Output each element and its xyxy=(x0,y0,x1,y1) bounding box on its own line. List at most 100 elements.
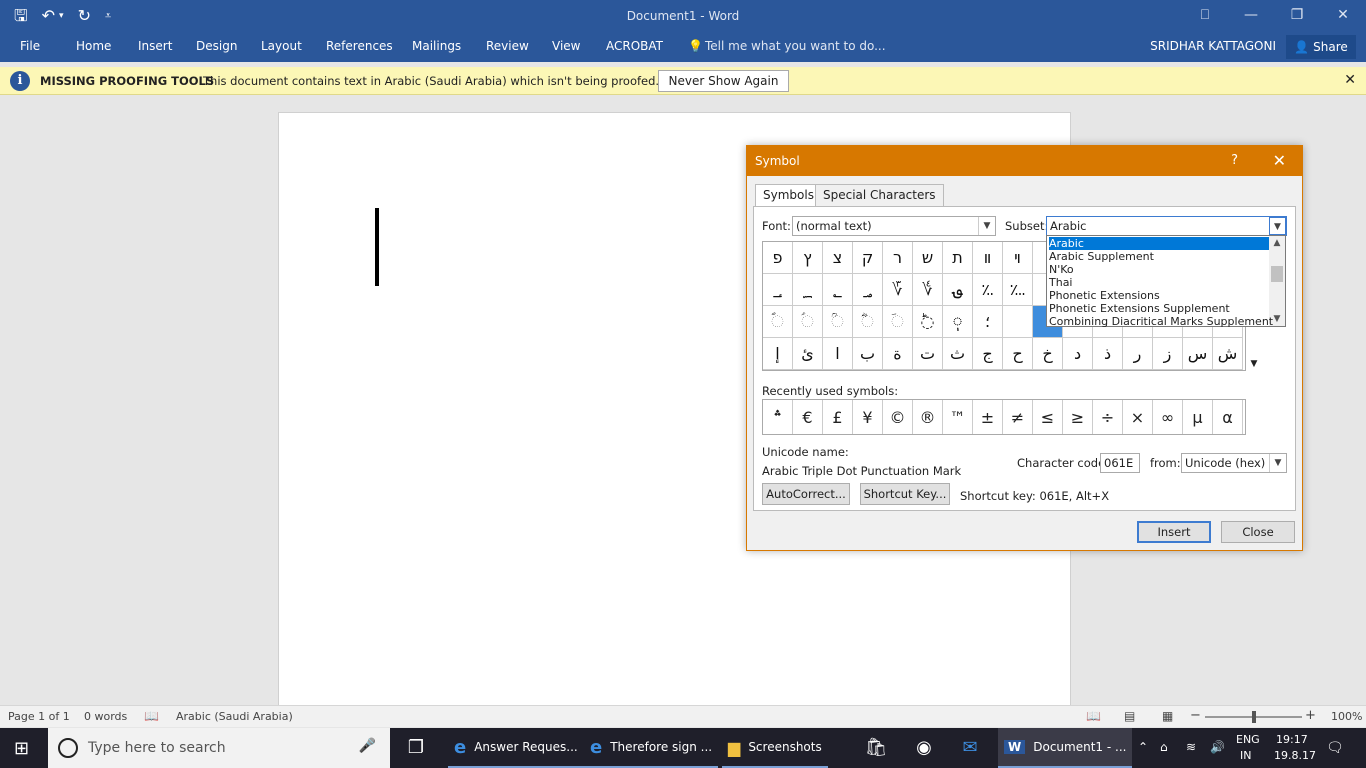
subset-option[interactable]: Arabic Supplement xyxy=(1049,250,1269,263)
symbol-cell[interactable]: ؁ xyxy=(793,274,823,306)
symbol-cell[interactable]: ◌ؕ xyxy=(913,306,943,338)
symbol-cell[interactable]: ◌ؑ xyxy=(793,306,823,338)
symbol-cell[interactable]: ئ xyxy=(793,338,823,370)
insert-button[interactable]: Insert xyxy=(1137,521,1211,543)
recent-symbol-cell[interactable]: ≤ xyxy=(1033,400,1063,434)
symbol-cell[interactable]: ױ xyxy=(1003,242,1033,274)
recent-symbol-cell[interactable]: ؞ xyxy=(763,400,793,434)
subset-select[interactable]: Arabic ▼ xyxy=(1046,216,1287,236)
symbol-cell[interactable]: ر xyxy=(1123,338,1153,370)
symbol-cell[interactable]: ز xyxy=(1153,338,1183,370)
scroll-up-icon[interactable]: ▲ xyxy=(1269,238,1285,248)
chevron-down-icon[interactable]: ▼ xyxy=(1269,217,1286,235)
language-indicator[interactable]: Arabic (Saudi Arabia) xyxy=(176,710,293,723)
symbol-cell[interactable]: ت xyxy=(913,338,943,370)
subset-option[interactable]: Combining Diacritical Marks Supplement xyxy=(1049,315,1273,328)
symbol-cell[interactable]: ◌ٖ xyxy=(943,306,973,338)
word-count[interactable]: 0 words xyxy=(84,710,127,723)
language-in[interactable]: IN xyxy=(1240,749,1251,762)
recent-symbol-cell[interactable]: ∞ xyxy=(1153,400,1183,434)
symbol-cell[interactable]: ק xyxy=(853,242,883,274)
tab-layout[interactable]: Layout xyxy=(261,39,302,53)
subset-option[interactable]: Thai xyxy=(1049,276,1269,289)
symbol-cell[interactable]: ج xyxy=(973,338,1003,370)
symbol-cell[interactable]: ؊ xyxy=(1003,274,1033,306)
tell-me-search[interactable]: Tell me what you want to do... xyxy=(705,39,886,53)
page-count[interactable]: Page 1 of 1 xyxy=(8,710,70,723)
recent-symbol-cell[interactable]: ÷ xyxy=(1093,400,1123,434)
microphone-icon[interactable]: 🎤 xyxy=(359,738,376,754)
maximize-icon[interactable]: ❐ xyxy=(1274,0,1320,30)
tab-acrobat[interactable]: ACROBAT xyxy=(606,39,663,53)
undo-dropdown-icon[interactable]: ▾ xyxy=(59,6,64,26)
undo-icon[interactable]: ↶ xyxy=(42,6,55,26)
symbol-cell[interactable]: ؈ xyxy=(943,274,973,306)
recent-symbol-cell[interactable]: £ xyxy=(823,400,853,434)
symbol-cell[interactable]: ؃ xyxy=(853,274,883,306)
symbol-cell[interactable]: װ xyxy=(973,242,1003,274)
recent-symbol-cell[interactable]: α xyxy=(1213,400,1243,434)
redo-icon[interactable]: ↻ xyxy=(78,6,91,26)
symbol-cell[interactable]: س xyxy=(1183,338,1213,370)
autocorrect-button[interactable]: AutoCorrect... xyxy=(762,483,850,505)
tab-design[interactable]: Design xyxy=(196,39,237,53)
wifi-icon[interactable]: ≋ xyxy=(1186,740,1196,754)
close-message-icon[interactable]: ✕ xyxy=(1344,72,1356,88)
symbol-cell[interactable]: ؀ xyxy=(763,274,793,306)
symbol-cell[interactable]: ◌ؐ xyxy=(763,306,793,338)
symbol-cell[interactable]: צ xyxy=(823,242,853,274)
language-eng[interactable]: ENG xyxy=(1236,733,1260,746)
print-layout-icon[interactable]: ▤ xyxy=(1124,709,1135,723)
symbol-cell[interactable]: ץ xyxy=(793,242,823,274)
tab-file[interactable]: File xyxy=(20,39,40,53)
zoom-level[interactable]: 100% xyxy=(1331,710,1362,723)
symbol-cell[interactable]: ؛ xyxy=(973,306,1003,338)
subset-option[interactable]: Arabic xyxy=(1049,237,1269,250)
network-icon[interactable]: ⌂ xyxy=(1160,740,1168,754)
recent-symbol-cell[interactable]: ≠ xyxy=(1003,400,1033,434)
recent-symbol-cell[interactable]: ¥ xyxy=(853,400,883,434)
outlook-icon[interactable]: ✉ xyxy=(958,736,982,760)
symbol-cell[interactable]: ة xyxy=(883,338,913,370)
user-name[interactable]: SRIDHAR KATTAGONI xyxy=(1150,39,1276,53)
taskbar-app-word[interactable]: W Document1 - ... xyxy=(998,728,1133,768)
windows-start-icon[interactable]: ⊞ xyxy=(14,738,29,759)
subset-option[interactable]: Phonetic Extensions Supplement xyxy=(1049,302,1269,315)
taskbar-app-edge-2[interactable]: e Therefore sign ... xyxy=(584,728,719,768)
zoom-in-icon[interactable]: + xyxy=(1305,708,1316,723)
symbol-cell[interactable]: د xyxy=(1063,338,1093,370)
symbol-cell[interactable]: ث xyxy=(943,338,973,370)
web-layout-icon[interactable]: ▦ xyxy=(1162,709,1173,723)
symbol-cell[interactable]: ح xyxy=(1003,338,1033,370)
taskbar-search[interactable]: Type here to search 🎤 xyxy=(48,728,390,768)
symbol-cell[interactable]: ר xyxy=(883,242,913,274)
recent-symbol-cell[interactable]: ™ xyxy=(943,400,973,434)
symbol-cell[interactable]: ؉ xyxy=(973,274,1003,306)
symbol-cell[interactable]: إ xyxy=(763,338,793,370)
recent-symbol-cell[interactable]: ≥ xyxy=(1063,400,1093,434)
dropdown-scrollbar[interactable]: ▲ ▼ xyxy=(1269,236,1285,326)
shortcut-key-button[interactable]: Shortcut Key... xyxy=(860,483,950,505)
tab-symbols[interactable]: Symbols xyxy=(755,184,822,207)
symbol-cell[interactable]: פ xyxy=(763,242,793,274)
minimize-icon[interactable]: — xyxy=(1228,0,1274,30)
symbol-cell[interactable]: ◌ؒ xyxy=(823,306,853,338)
save-icon[interactable]: 🖫 xyxy=(14,6,28,26)
chrome-icon[interactable]: ◉ xyxy=(912,736,936,760)
tab-references[interactable]: References xyxy=(326,39,393,53)
clock-time[interactable]: 19:17 xyxy=(1276,733,1308,746)
taskbar-app-edge-1[interactable]: e Answer Reques... xyxy=(448,728,584,768)
notifications-icon[interactable]: 🗨 xyxy=(1326,740,1344,756)
symbol-cell[interactable]: ؆ xyxy=(883,274,913,306)
task-view-icon[interactable]: ❐ xyxy=(404,736,428,760)
symbol-cell[interactable]: ת xyxy=(943,242,973,274)
tab-special-characters[interactable]: Special Characters xyxy=(815,184,944,206)
recent-symbol-cell[interactable]: × xyxy=(1123,400,1153,434)
clock-date[interactable]: 19.8.17 xyxy=(1274,749,1316,762)
zoom-out-icon[interactable]: − xyxy=(1190,708,1201,723)
chevron-down-icon[interactable]: ▼ xyxy=(1269,454,1286,472)
symbol-cell[interactable]: خ xyxy=(1033,338,1063,370)
subset-option[interactable]: N'Ko xyxy=(1049,263,1269,276)
tab-view[interactable]: View xyxy=(552,39,580,53)
proofing-icon[interactable]: 📖 xyxy=(144,709,159,723)
